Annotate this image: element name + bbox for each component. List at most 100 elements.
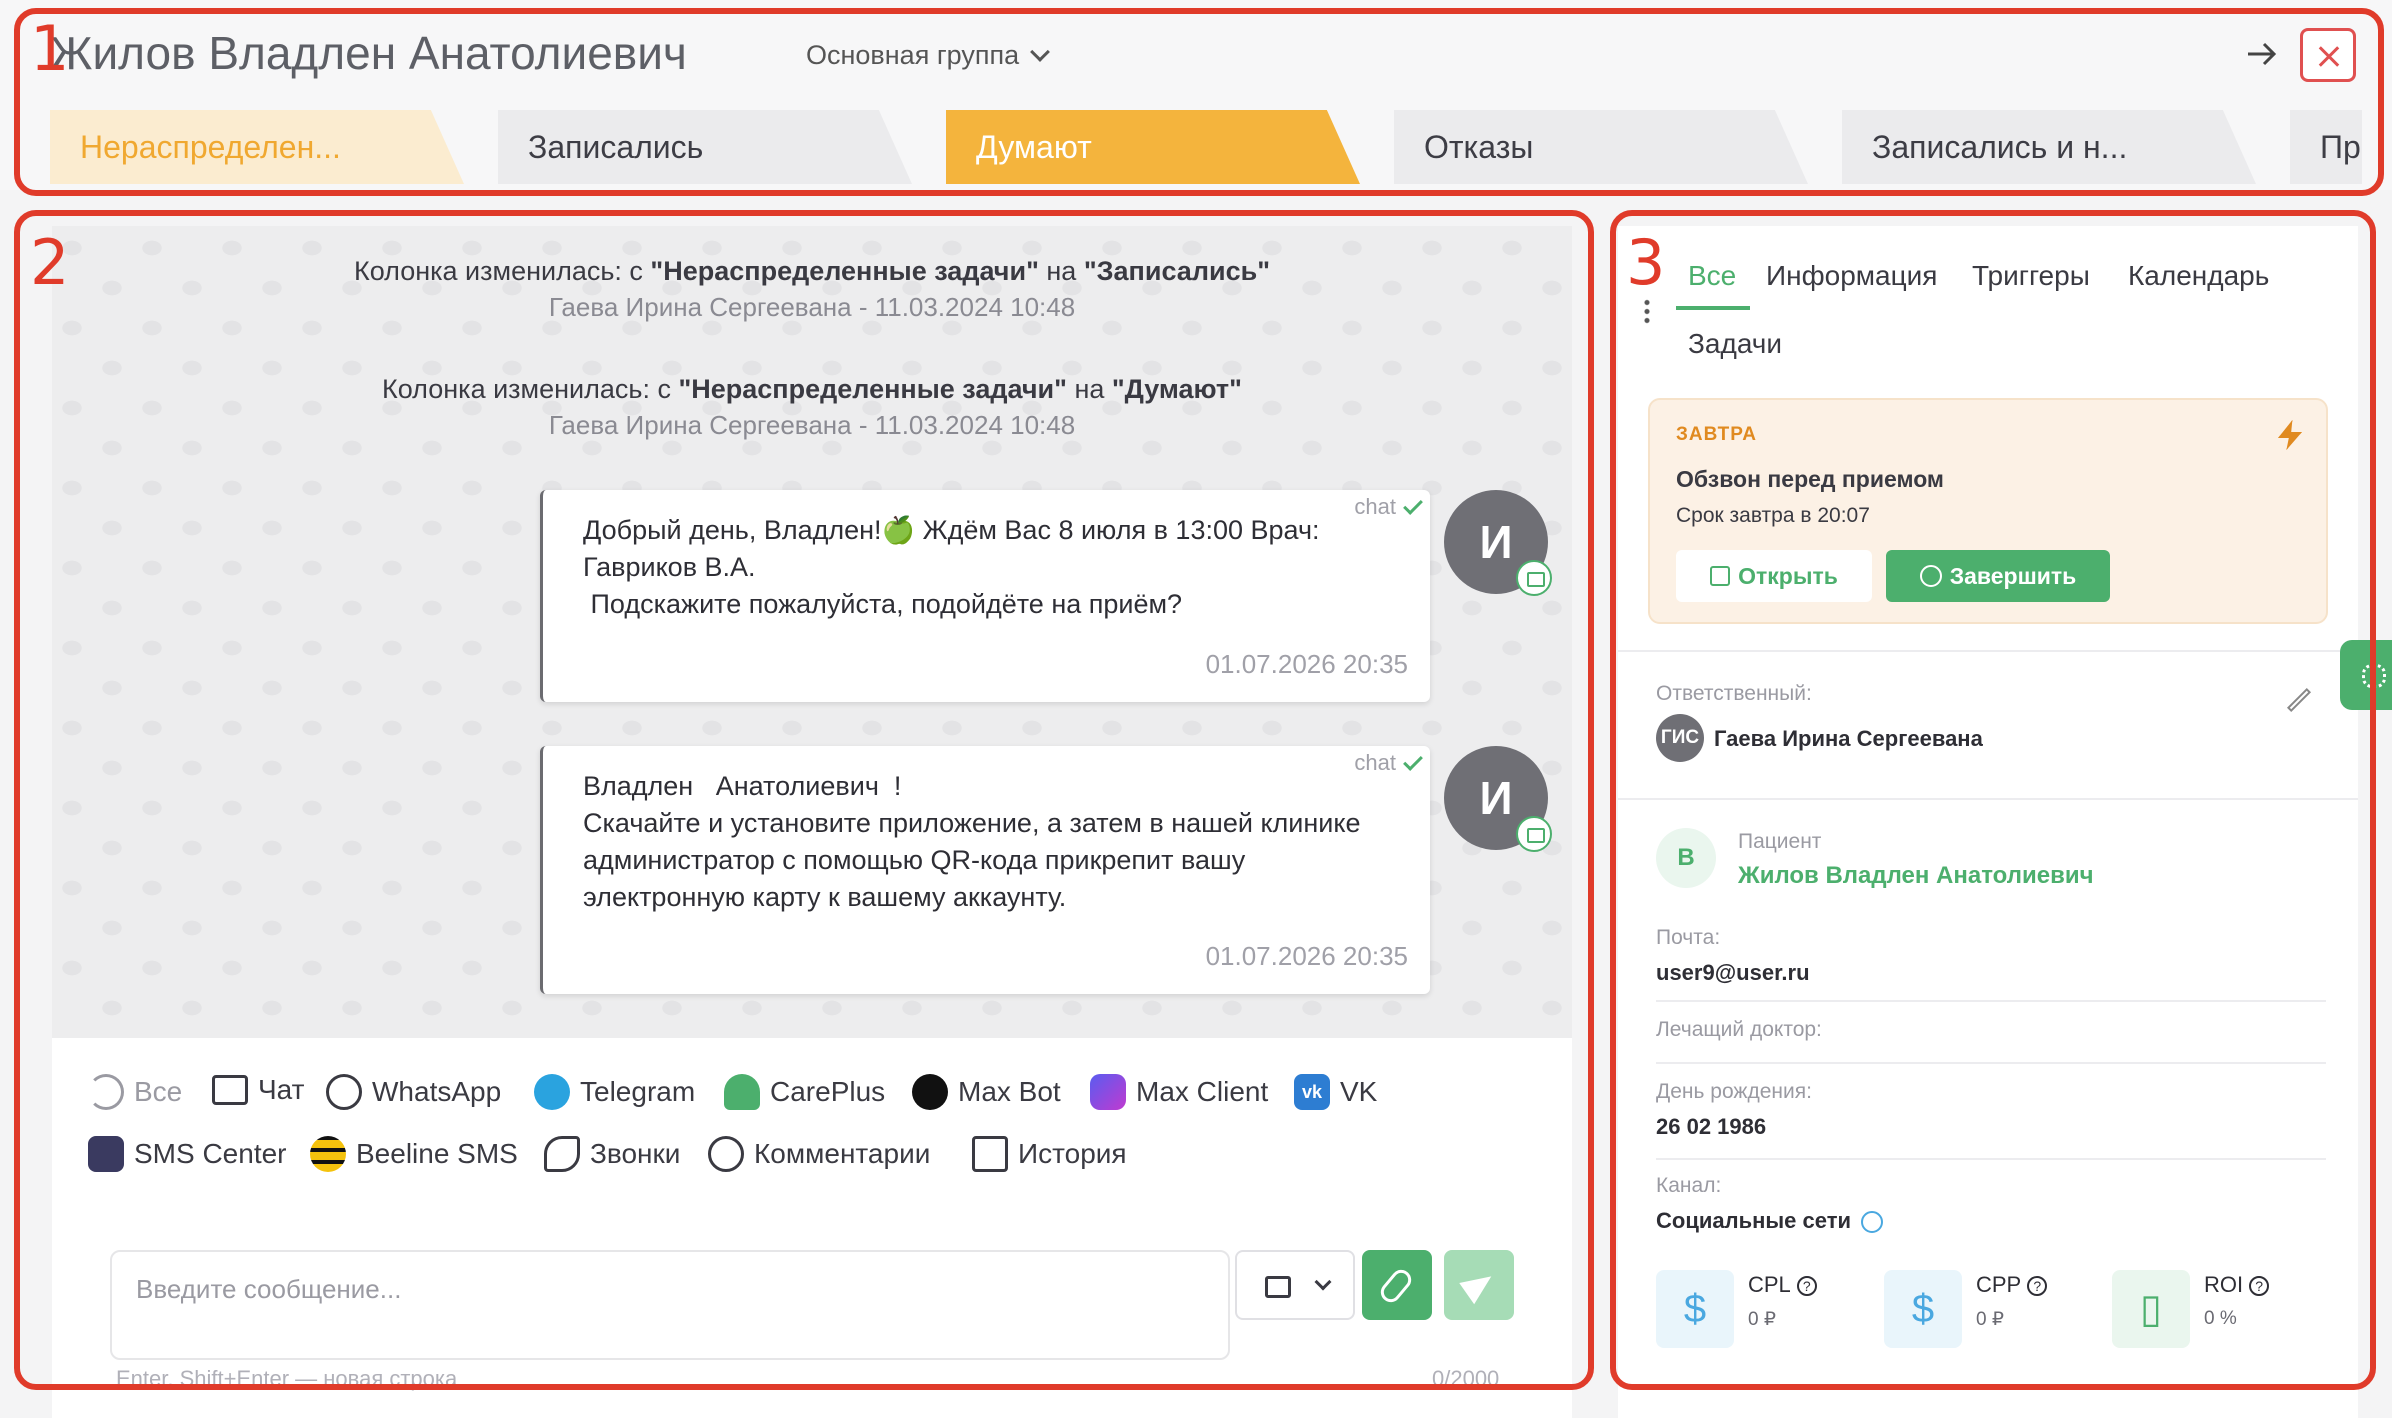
complete-task-button[interactable]: Завершить bbox=[1886, 550, 2110, 602]
task-due: Срок завтра в 20:07 bbox=[1676, 504, 1870, 527]
whatsapp-icon bbox=[326, 1074, 362, 1110]
channel-comments[interactable]: Комментарии bbox=[708, 1136, 930, 1172]
edit-icon[interactable] bbox=[2286, 687, 2312, 713]
email-value: user9@user.ru bbox=[1656, 960, 1810, 985]
kebab-menu-icon[interactable] bbox=[1644, 298, 1650, 324]
telegram-icon bbox=[534, 1074, 570, 1110]
stage-thinking[interactable]: Думают bbox=[946, 110, 1360, 184]
email-label: Почта: bbox=[1656, 926, 1721, 949]
channel-value: Социальные сети bbox=[1656, 1208, 1884, 1234]
chevron-down-icon bbox=[1314, 1273, 1332, 1291]
tab-info[interactable]: Информация bbox=[1766, 260, 1937, 292]
avatar: В bbox=[1656, 828, 1716, 888]
careplus-icon bbox=[724, 1074, 760, 1110]
verified-icon bbox=[1861, 1211, 1884, 1234]
message-bubble[interactable]: chat Владлен Анатолиевич ! Скачайте и ус… bbox=[540, 746, 1430, 994]
channel-label: Канал: bbox=[1656, 1174, 1722, 1197]
channel-calls[interactable]: Звонки bbox=[544, 1136, 680, 1172]
chat-history[interactable]: Колонка изменилась: с "Нераспределенные … bbox=[52, 226, 1572, 1038]
channel-max-client[interactable]: Max Client bbox=[1090, 1074, 1268, 1110]
annotation-label-3: 3 bbox=[1626, 226, 1666, 299]
channel-beeline-sms[interactable]: Beeline SMS bbox=[310, 1136, 518, 1172]
card-header: Жилов Владлен Анатолиевич Основная групп… bbox=[0, 0, 2392, 190]
system-message: Колонка изменилась: с "Нераспределенные … bbox=[382, 374, 1242, 404]
channel-max-bot[interactable]: Max Bot bbox=[912, 1074, 1061, 1110]
responsible-name: Гаева Ирина Сергеевана bbox=[1714, 726, 1983, 751]
dollar-icon: $ bbox=[1884, 1270, 1962, 1348]
divider bbox=[1656, 1062, 2326, 1064]
stage-unassigned[interactable]: Нераспределен... bbox=[50, 110, 464, 184]
avatar: И bbox=[1444, 490, 1552, 596]
message-time: 01.07.2026 20:35 bbox=[1205, 649, 1408, 679]
settings-gear-icon[interactable] bbox=[2340, 640, 2392, 710]
message-input[interactable] bbox=[136, 1274, 1196, 1305]
external-link-icon bbox=[1710, 566, 1731, 586]
details-panel: Все Информация Триггеры Календарь Задачи… bbox=[1618, 226, 2358, 1418]
channel-sms-center[interactable]: SMS Center bbox=[88, 1136, 287, 1172]
dollar-icon: $ bbox=[1656, 1270, 1734, 1348]
channel-whatsapp[interactable]: WhatsApp bbox=[326, 1074, 501, 1110]
message-text: Добрый день, Владлен!🍏 Ждём Вас 8 июля в… bbox=[583, 515, 1320, 619]
channel-all[interactable]: Все bbox=[88, 1074, 182, 1110]
open-task-button[interactable]: Открыть bbox=[1676, 550, 1872, 602]
annotation-label-1: 1 bbox=[30, 12, 70, 85]
avatar: И bbox=[1444, 746, 1552, 852]
patient-label: Пациент bbox=[1738, 830, 1822, 853]
tab-underline bbox=[1676, 306, 1750, 310]
vk-icon: vk bbox=[1294, 1074, 1330, 1110]
stage-signed-up-and-no-show[interactable]: Записались и н... bbox=[1842, 110, 2256, 184]
task-card: ЗАВТРА Обзвон перед приемом Срок завтра … bbox=[1648, 398, 2328, 624]
chat-icon bbox=[1265, 1276, 1291, 1298]
message-time: 01.07.2026 20:35 bbox=[1205, 941, 1408, 971]
system-message-author: Гаева Ирина Сергеевана - 11.03.2024 10:4… bbox=[548, 292, 1076, 322]
task-title: Обзвон перед приемом bbox=[1676, 466, 1944, 492]
divider bbox=[1618, 650, 2358, 652]
channel-vk[interactable]: vk VK bbox=[1294, 1074, 1377, 1110]
help-icon: ? bbox=[1796, 1276, 1817, 1297]
clipboard-icon: ▯ bbox=[2112, 1270, 2190, 1348]
tab-triggers[interactable]: Триггеры bbox=[1972, 260, 2090, 292]
input-hint: Enter, Shift+Enter — новая строка bbox=[116, 1366, 458, 1391]
message-input-wrapper bbox=[110, 1250, 1230, 1360]
phone-icon bbox=[544, 1136, 580, 1172]
message-type-select[interactable] bbox=[1235, 1250, 1355, 1320]
close-button[interactable] bbox=[2300, 28, 2356, 82]
tab-calendar[interactable]: Календарь bbox=[2128, 260, 2269, 292]
divider bbox=[1656, 1158, 2326, 1160]
chat-icon bbox=[212, 1075, 248, 1105]
doctor-label: Лечащий доктор: bbox=[1656, 1018, 1822, 1041]
bolt-icon bbox=[2278, 420, 2302, 450]
attach-button[interactable] bbox=[1362, 1250, 1432, 1320]
arrow-right-icon[interactable] bbox=[2242, 34, 2282, 74]
channel-telegram[interactable]: Telegram bbox=[534, 1074, 695, 1110]
send-button[interactable] bbox=[1444, 1250, 1514, 1320]
stage-refusals[interactable]: Отказы bbox=[1394, 110, 1808, 184]
divider bbox=[1656, 1000, 2326, 1002]
chat-icon bbox=[1516, 816, 1552, 852]
channel-careplus[interactable]: CarePlus bbox=[724, 1074, 885, 1110]
chevron-down-icon bbox=[1030, 41, 1051, 62]
patient-name-link[interactable]: Жилов Владлен Анатолиевич bbox=[1738, 862, 2094, 890]
help-icon: ? bbox=[2249, 1276, 2270, 1297]
task-when: ЗАВТРА bbox=[1676, 424, 1757, 445]
group-select[interactable]: Основная группа bbox=[806, 40, 1051, 71]
beeline-icon bbox=[310, 1136, 346, 1172]
responsible-label: Ответственный: bbox=[1656, 682, 1812, 705]
chat-icon bbox=[1516, 560, 1552, 596]
stage-next[interactable]: Пр bbox=[2290, 110, 2362, 184]
channel-history[interactable]: История bbox=[972, 1136, 1127, 1172]
divider bbox=[1618, 798, 2358, 800]
birthday-value: 26 02 1986 bbox=[1656, 1114, 1767, 1139]
stage-signed-up[interactable]: Записались bbox=[498, 110, 912, 184]
message-bubble[interactable]: chat Добрый день, Владлен!🍏 Ждём Вас 8 и… bbox=[540, 490, 1430, 702]
comment-icon bbox=[708, 1136, 744, 1172]
channel-chat[interactable]: Чат bbox=[212, 1074, 304, 1106]
tab-tasks[interactable]: Задачи bbox=[1688, 328, 1782, 360]
check-icon bbox=[1403, 751, 1423, 771]
system-message-author: Гаева Ирина Сергеевана - 11.03.2024 10:4… bbox=[548, 410, 1076, 440]
avatar: ГИС bbox=[1656, 714, 1704, 762]
tab-all[interactable]: Все bbox=[1688, 260, 1736, 292]
help-icon: ? bbox=[2027, 1276, 2048, 1297]
group-label: Основная группа bbox=[806, 40, 1020, 70]
client-name: Жилов Владлен Анатолиевич bbox=[50, 27, 687, 79]
